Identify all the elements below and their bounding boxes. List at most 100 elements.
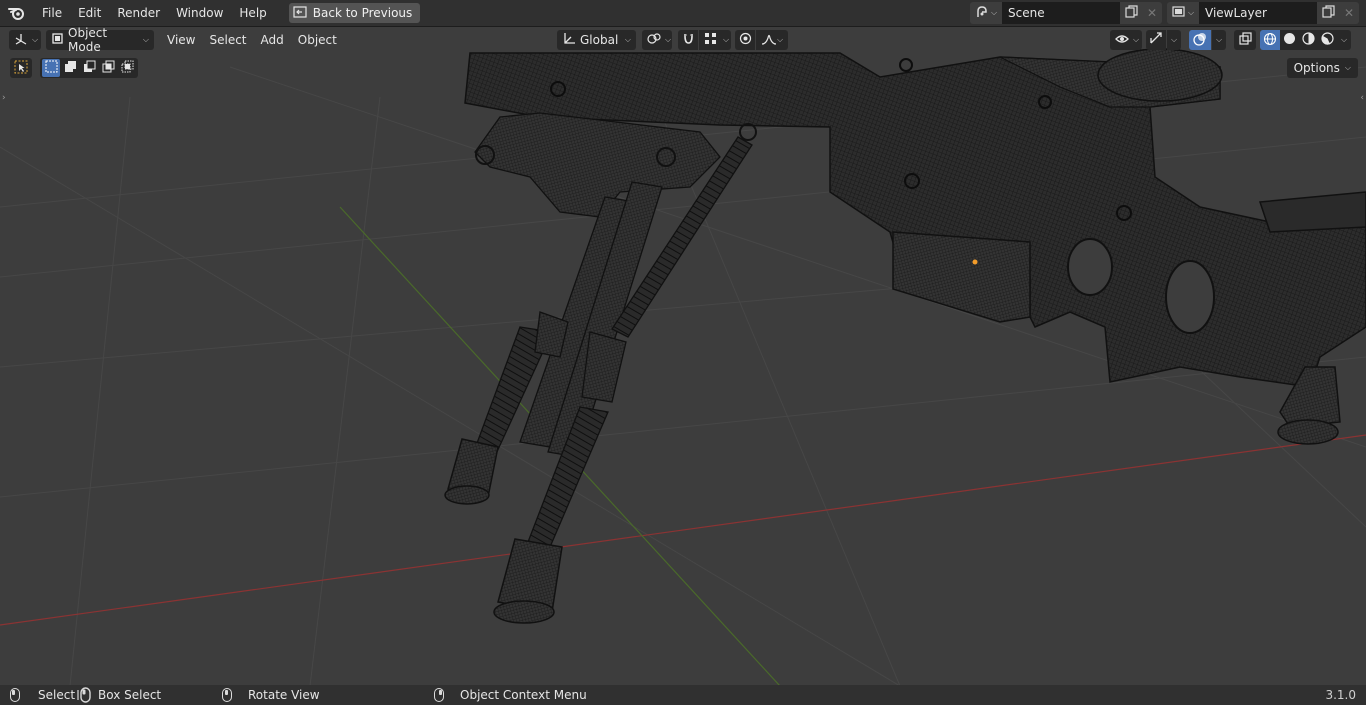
chevron-down-icon: ⌵ (1170, 35, 1178, 44)
overlay-options-dropdown[interactable]: ⌵ (1212, 30, 1226, 50)
chevron-down-icon: ⌵ (1133, 35, 1140, 44)
options-label: Options (1293, 61, 1340, 75)
view-layer-name-field[interactable]: ViewLayer (1199, 2, 1317, 24)
pivot-icon (647, 32, 661, 48)
view-layer-browse-button[interactable]: ⌵ (1167, 2, 1199, 24)
toolbar-expand-arrow-icon[interactable]: › (2, 93, 6, 103)
duplicate-icon (1124, 5, 1138, 21)
grid-snap-icon (704, 32, 717, 48)
shading-rendered-button[interactable] (1318, 30, 1337, 50)
chevron-down-icon: ⌵ (665, 35, 672, 44)
delete-scene-button[interactable]: ✕ (1142, 2, 1162, 24)
3d-viewport-icon (14, 32, 28, 49)
wireframe-icon (1263, 32, 1277, 49)
menu-file[interactable]: File (34, 0, 70, 26)
snap-options-dropdown[interactable]: ⌵ (721, 30, 731, 50)
options-dropdown[interactable]: Options ⌵ (1286, 58, 1358, 78)
status-bar: Select Box Select Rotate View Object Con… (0, 685, 1366, 705)
back-to-previous-button[interactable]: Back to Previous (288, 3, 421, 23)
pivot-point-selector[interactable]: ⌵ (642, 30, 672, 50)
rendered-shading-icon (1321, 32, 1334, 48)
selection-mode-subtract[interactable] (80, 59, 98, 77)
gizmo-options-dropdown[interactable]: ⌵ (1167, 30, 1181, 50)
chevron-down-icon: ⌵ (990, 8, 998, 17)
menu-render[interactable]: Render (109, 0, 168, 26)
delete-view-layer-button[interactable]: ✕ (1339, 2, 1359, 24)
visibility-selector[interactable]: ⌵ (1110, 30, 1142, 50)
scene-browse-button[interactable]: ⌵ (970, 2, 1002, 24)
menu-object[interactable]: Object (291, 30, 344, 50)
proportional-edit-toggle[interactable] (735, 30, 755, 50)
tool-settings-row (10, 58, 138, 78)
scene-name-field[interactable]: Scene (1002, 2, 1120, 24)
status-hint-box-select: Box Select (76, 687, 161, 703)
mode-selector[interactable]: Object Mode ⌵ (46, 27, 154, 54)
shading-solid-button[interactable] (1280, 30, 1299, 50)
back-icon (293, 5, 307, 21)
back-button-label: Back to Previous (312, 6, 413, 20)
chevron-down-icon: ⌵ (1344, 63, 1351, 72)
close-icon: ✕ (1343, 6, 1355, 20)
selection-mode-extend[interactable] (61, 59, 79, 77)
xray-toggle[interactable] (1234, 30, 1256, 50)
magnet-icon (682, 32, 695, 48)
shading-wireframe-button[interactable] (1260, 30, 1280, 50)
menu-help[interactable]: Help (231, 0, 274, 26)
view-layer-selector: ⌵ ViewLayer ✕ (1167, 2, 1359, 24)
falloff-selector[interactable]: ⌵ (756, 30, 788, 50)
scene-icon (975, 5, 989, 22)
selection-mode-group (40, 58, 138, 78)
status-hint-label: Select (38, 688, 76, 702)
menu-window[interactable]: Window (168, 0, 231, 26)
object-mode-icon (51, 32, 64, 48)
status-hint-context-menu: Object Context Menu (434, 687, 587, 703)
editor-type-button[interactable]: ⌵ (9, 30, 41, 50)
new-scene-button[interactable] (1120, 2, 1142, 24)
sidebar-expand-arrow-icon[interactable]: ‹ (1360, 93, 1364, 103)
mouse-middle-icon (222, 688, 232, 702)
new-view-layer-button[interactable] (1317, 2, 1339, 24)
gizmo-toggle[interactable] (1146, 30, 1166, 50)
status-hint-rotate-view: Rotate View (222, 687, 320, 703)
active-tool-button[interactable] (10, 58, 32, 78)
transform-orientation-selector[interactable]: Global ⌵ (557, 30, 636, 50)
menu-edit[interactable]: Edit (70, 0, 109, 26)
overlay-group: ⌵ (1189, 30, 1226, 50)
proportional-edit-group: ⌵ (735, 30, 788, 50)
smooth-falloff-icon (761, 32, 777, 48)
mouse-right-icon (434, 688, 444, 702)
chevron-down-icon: ⌵ (1215, 35, 1223, 44)
duplicate-icon (1321, 5, 1335, 21)
chevron-down-icon: ⌵ (32, 35, 39, 44)
mouse-drag-icon (76, 687, 92, 703)
overlay-icon (1193, 32, 1207, 49)
snap-toggle[interactable] (678, 30, 698, 50)
status-hint-label: Rotate View (248, 688, 320, 702)
menu-view[interactable]: View (160, 30, 202, 50)
viewport-scene[interactable] (0, 27, 1366, 685)
subtract-icon (83, 60, 96, 76)
extend-icon (64, 60, 77, 76)
close-icon: ✕ (1146, 6, 1158, 20)
material-preview-icon (1302, 32, 1315, 48)
version-label: 3.1.0 (1325, 688, 1356, 702)
shading-options-dropdown[interactable]: ⌵ (1337, 30, 1351, 50)
selection-mode-intersect[interactable] (118, 59, 136, 77)
chevron-down-icon: ⌵ (624, 35, 631, 44)
chevron-down-icon: ⌵ (1187, 8, 1195, 17)
gizmo-group: ⌵ (1146, 30, 1181, 50)
selection-mode-invert[interactable] (99, 59, 117, 77)
snap-target-selector[interactable] (699, 30, 721, 50)
blender-logo-icon[interactable] (0, 0, 34, 26)
overlay-toggle[interactable] (1189, 30, 1211, 50)
selection-mode-set[interactable] (42, 59, 60, 77)
menu-select[interactable]: Select (202, 30, 253, 50)
menu-add[interactable]: Add (254, 30, 291, 50)
3d-viewport[interactable]: ⌵ Object Mode ⌵ View Select Add Object G… (0, 26, 1366, 685)
shading-material-button[interactable] (1299, 30, 1318, 50)
eye-icon (1115, 33, 1129, 48)
shading-group: ⌵ (1260, 30, 1351, 50)
object-origin-point (972, 259, 978, 265)
scene-selector: ⌵ Scene ✕ (970, 2, 1162, 24)
viewport-header: ⌵ Object Mode ⌵ View Select Add Object G… (0, 27, 1366, 54)
